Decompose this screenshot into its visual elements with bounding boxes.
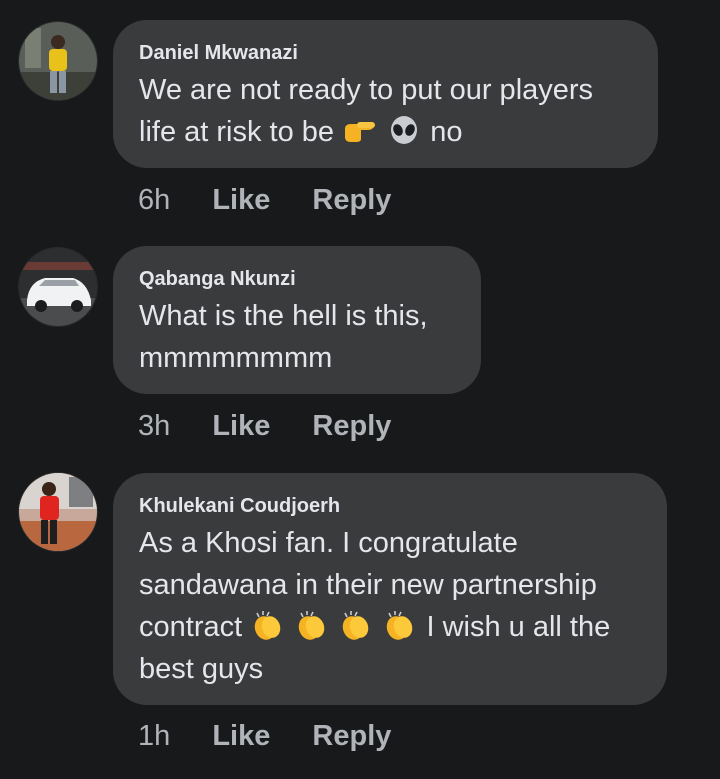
clapping-hands-icon (339, 610, 373, 642)
comment-text-line: sandawana in their new partnership (139, 569, 597, 601)
comment-text-fragment: no (430, 116, 463, 148)
comment-item: Khulekani Coudjoerh As a Khosi fan. I co… (0, 460, 720, 779)
reply-button[interactable]: Reply (312, 720, 391, 753)
comment-bubble: Khulekani Coudjoerh As a Khosi fan. I co… (113, 473, 667, 705)
comment-author[interactable]: Qabanga Nkunzi (139, 268, 296, 291)
like-button[interactable]: Like (212, 410, 270, 443)
comment-bubble: Daniel Mkwanazi We are not ready to put … (113, 20, 658, 168)
clapping-hands-icon (251, 610, 285, 642)
comment-bubble: Qabanga Nkunzi What is the hell is this,… (113, 246, 481, 394)
comment-author[interactable]: Khulekani Coudjoerh (139, 495, 340, 518)
comment-timestamp[interactable]: 6h (138, 184, 170, 217)
comment-text-line: contract I wish u all the (139, 606, 610, 648)
like-button[interactable]: Like (212, 720, 270, 753)
comment-actions: 3h Like Reply (138, 410, 391, 443)
reply-button[interactable]: Reply (312, 410, 391, 443)
like-button[interactable]: Like (212, 184, 270, 217)
comment-text-fragment: contract (139, 611, 243, 643)
comment-item: Qabanga Nkunzi What is the hell is this,… (0, 240, 720, 460)
comment-text-line: As a Khosi fan. I congratulate (139, 527, 518, 559)
comment-actions: 1h Like Reply (138, 720, 391, 753)
avatar[interactable] (18, 472, 98, 552)
comment-text-fragment: life at risk to be (139, 116, 335, 148)
comment-item: Daniel Mkwanazi We are not ready to put … (0, 0, 720, 240)
comment-timestamp[interactable]: 3h (138, 410, 170, 443)
comment-text-line: mmmmmmmm (139, 342, 333, 374)
comment-text-line: We are not ready to put our players (139, 74, 594, 106)
comment-text-fragment: I wish u all the (426, 611, 611, 643)
comment-actions: 6h Like Reply (138, 184, 391, 217)
comment-text-line: best guys (139, 653, 264, 685)
comment-text-line: life at risk to be no (139, 111, 462, 153)
clapping-hands-icon (383, 610, 417, 642)
alien-icon (387, 115, 421, 147)
avatar[interactable] (18, 247, 98, 327)
avatar[interactable] (18, 21, 98, 101)
reply-button[interactable]: Reply (312, 184, 391, 217)
comment-timestamp[interactable]: 1h (138, 720, 170, 753)
clapping-hands-icon (295, 610, 329, 642)
comment-author[interactable]: Daniel Mkwanazi (139, 42, 298, 65)
comment-text-line: What is the hell is this, (139, 300, 428, 332)
pointing-hand-icon (343, 115, 377, 147)
